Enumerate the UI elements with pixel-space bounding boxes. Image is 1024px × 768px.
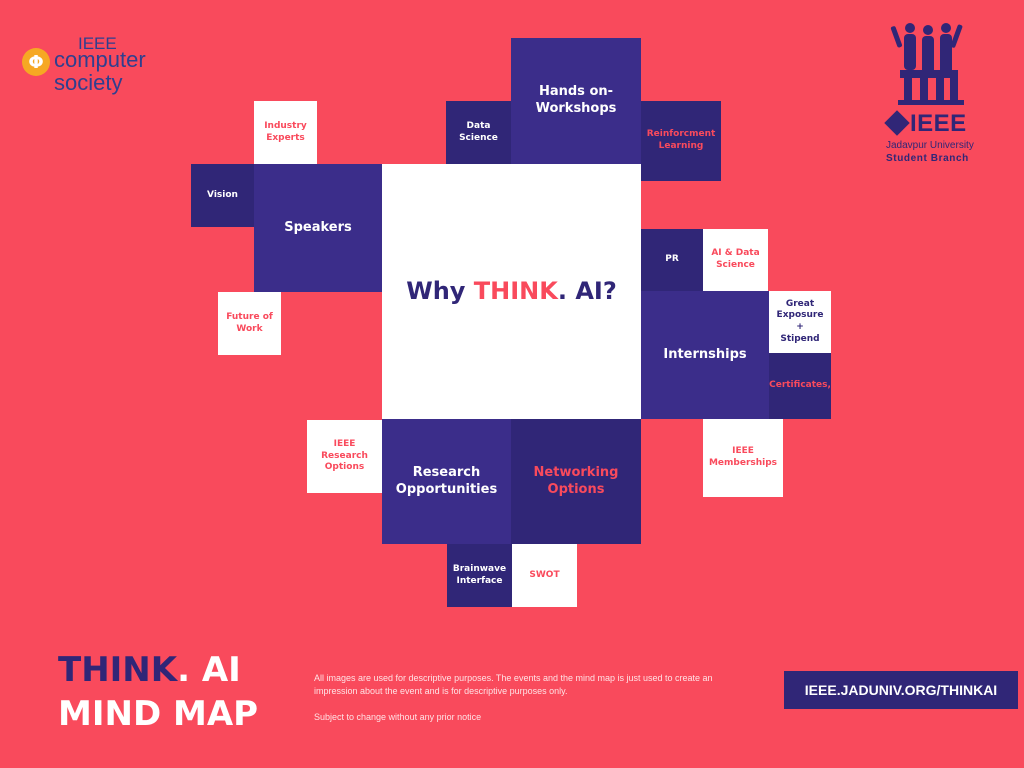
node-certificates: Certificates, [769,353,831,419]
footer-title-mind-map: MIND MAP [58,694,259,735]
node-vision: Vision [191,164,254,227]
ju-logo-ieee-text: IEEE [910,110,967,137]
node-internships: Internships [641,291,769,419]
disclaimer-body: All images are used for descriptive purp… [314,673,713,696]
ju-logo-branch-text: Student Branch [886,153,969,164]
computer-society-symbol-icon: Φ [22,48,50,76]
website-url-badge[interactable]: IEEE.JADUNIV.ORG/THINKAI [784,671,1018,709]
node-swot: SWOT [512,544,577,607]
ju-statue-emblem-icon [890,23,964,105]
node-brainwave-interface: Brainwave Interface [447,544,512,607]
node-ieee-research-options: IEEE Research Options [307,420,382,493]
node-reinforcement-learning: Reinforcment Learning [641,101,721,181]
node-speakers: Speakers [254,164,382,292]
disclaimer-text: All images are used for descriptive purp… [314,672,744,724]
disclaimer-note: Subject to change without any prior noti… [314,712,482,723]
ju-logo-university-text: Jadavpur University [886,140,974,151]
center-highlight: THINK [473,276,558,305]
cs-logo-line1: computer [54,47,146,72]
node-data-science: Data Science [446,101,511,164]
center-suffix: . AI? [557,276,617,305]
node-ai-data-science: AI & Data Science [703,229,768,291]
ieee-diamond-icon [884,110,910,136]
node-networking-options: Networking Options [511,419,641,544]
node-research-opportunities: Research Opportunities [382,419,511,544]
cs-logo-line2: society [54,70,123,96]
footer-title: THINK. AI MIND MAP [58,648,258,736]
center-prefix: Why [406,276,474,305]
node-industry-experts: Industry Experts [254,101,317,164]
center-why-think-ai: Why THINK . AI? [382,164,641,419]
cs-logo-name: computer society [54,48,146,94]
node-great-exposure-stipend: Great Exposure + Stipend [769,291,831,353]
node-pr: PR [641,229,703,291]
node-hands-on-workshops: Hands on- Workshops [511,38,641,164]
footer-title-think: THINK [58,650,178,690]
node-future-of-work: Future of Work [218,292,281,355]
node-ieee-memberships: IEEE Memberships [703,419,783,497]
footer-title-ai: . AI [177,650,241,690]
ieee-computer-society-logo: Φ IEEE computer society [20,34,190,94]
ieee-ju-student-branch-logo: IEEE Jadavpur University Student Branch [876,18,986,168]
